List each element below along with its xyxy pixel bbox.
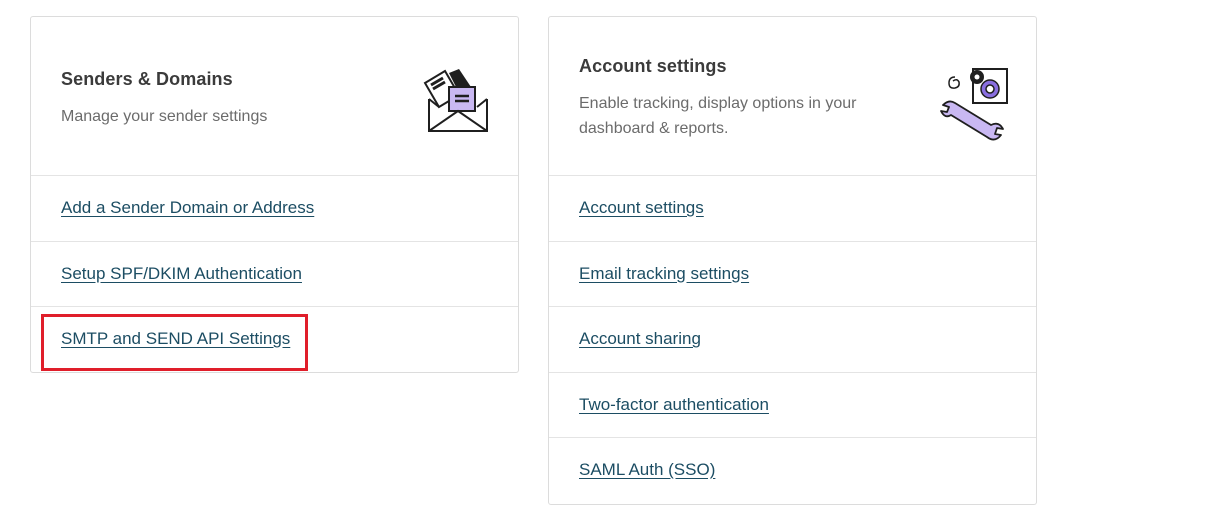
list-item: Email tracking settings (549, 242, 1036, 307)
card-header: Account settings Enable tracking, displa… (549, 17, 1036, 176)
account-link-list: Account settings Email tracking settings… (549, 176, 1036, 504)
saml-auth-sso-link[interactable]: SAML Auth (SSO) (579, 460, 715, 480)
list-item: SMTP and SEND API Settings (31, 307, 518, 373)
card-title: Account settings (579, 56, 727, 76)
account-settings-card: Account settings Enable tracking, displa… (548, 16, 1037, 505)
setup-spf-dkim-link[interactable]: Setup SPF/DKIM Authentication (61, 264, 302, 284)
list-item: Account sharing (549, 307, 1036, 373)
senders-link-list: Add a Sender Domain or Address Setup SPF… (31, 176, 518, 373)
smtp-send-api-settings-link[interactable]: SMTP and SEND API Settings (61, 329, 290, 349)
card-title: Senders & Domains (61, 69, 233, 89)
email-tracking-settings-link[interactable]: Email tracking settings (579, 264, 749, 284)
card-header: Senders & Domains Manage your sender set… (31, 17, 518, 176)
list-item: SAML Auth (SSO) (549, 438, 1036, 504)
wrench-gear-icon (940, 68, 1008, 141)
account-sharing-link[interactable]: Account sharing (579, 329, 701, 349)
list-item: Add a Sender Domain or Address (31, 176, 518, 242)
list-item: Account settings (549, 176, 1036, 242)
senders-domains-card: Senders & Domains Manage your sender set… (30, 16, 519, 373)
envelope-letters-icon (423, 69, 488, 132)
list-item: Two-factor authentication (549, 373, 1036, 438)
list-item: Setup SPF/DKIM Authentication (31, 242, 518, 307)
add-sender-domain-link[interactable]: Add a Sender Domain or Address (61, 198, 314, 218)
card-description: Manage your sender settings (61, 108, 268, 125)
account-settings-link[interactable]: Account settings (579, 198, 704, 218)
two-factor-authentication-link[interactable]: Two-factor authentication (579, 395, 769, 415)
card-description: Enable tracking, display options in your… (579, 95, 857, 137)
